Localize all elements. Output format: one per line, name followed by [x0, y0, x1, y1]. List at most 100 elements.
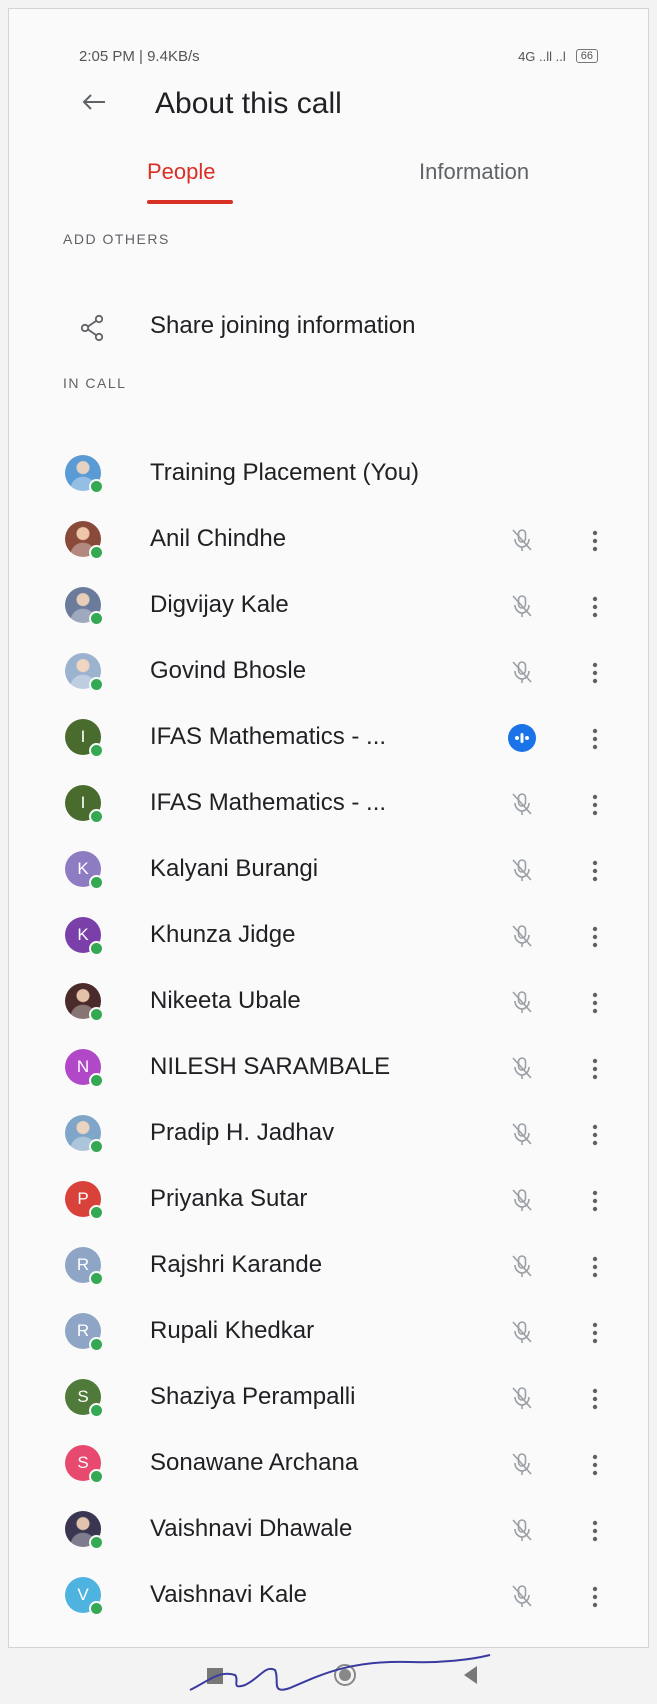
participant-name: IFAS Mathematics - ... [150, 723, 387, 750]
participant-row[interactable]: Govind Bhosle [9, 643, 648, 709]
participant-row[interactable]: S Shaziya Perampalli [9, 1369, 648, 1435]
participant-name: Vaishnavi Kale [150, 1581, 307, 1608]
mic-off-icon [507, 657, 537, 687]
avatar [65, 983, 104, 1022]
avatar-initial: S [77, 1453, 89, 1472]
mic-off-icon [507, 1119, 537, 1149]
participant-name: Shaziya Perampalli [150, 1383, 356, 1410]
online-status-dot [89, 1073, 104, 1088]
avatar-initial: V [77, 1585, 89, 1604]
avatar-initial: S [77, 1387, 89, 1406]
participant-name: Digvijay Kale [150, 591, 289, 618]
status-right: 4G ..ll ..l 66 [518, 49, 598, 64]
more-vert-icon[interactable] [589, 1253, 601, 1281]
more-vert-icon[interactable] [589, 1385, 601, 1413]
participant-row[interactable]: I IFAS Mathematics - ... [9, 709, 648, 775]
app-bar: About this call [9, 79, 648, 139]
tab-people[interactable]: People [147, 159, 216, 185]
participant-row[interactable]: Vaishnavi Dhawale [9, 1501, 648, 1567]
participant-row[interactable]: Pradip H. Jadhav [9, 1105, 648, 1171]
status-bar: 2:05 PM | 9.4KB/s 4G ..ll ..l 66 [79, 45, 598, 67]
more-vert-icon[interactable] [589, 1583, 601, 1611]
online-status-dot [89, 1139, 104, 1154]
online-status-dot [89, 743, 104, 758]
mic-off-icon [507, 987, 537, 1017]
battery-indicator: 66 [575, 49, 598, 63]
avatar: I [65, 719, 104, 758]
avatar: K [65, 851, 104, 890]
more-vert-icon[interactable] [589, 791, 601, 819]
handwritten-signature [189, 1654, 491, 1691]
participant-list: Training Placement (You) Anil Chindhe Digv… [9, 445, 648, 1633]
participant-row[interactable]: Training Placement (You) [9, 445, 648, 511]
back-arrow-icon[interactable] [79, 87, 109, 117]
avatar [65, 587, 104, 626]
participant-row[interactable]: Anil Chindhe [9, 511, 648, 577]
online-status-dot [89, 479, 104, 494]
tab-information[interactable]: Information [419, 159, 529, 185]
mic-off-icon [507, 855, 537, 885]
more-vert-icon[interactable] [589, 659, 601, 687]
more-vert-icon[interactable] [589, 1121, 601, 1149]
participant-row[interactable]: P Priyanka Sutar [9, 1171, 648, 1237]
avatar-initial: I [80, 793, 86, 812]
participant-name: Govind Bhosle [150, 657, 307, 684]
participant-row[interactable]: V Vaishnavi Kale [9, 1567, 648, 1633]
participant-name: Training Placement (You) [150, 459, 420, 486]
more-vert-icon[interactable] [589, 923, 601, 951]
more-vert-icon[interactable] [589, 1319, 601, 1347]
participant-row[interactable]: K Khunza Jidge [9, 907, 648, 973]
more-vert-icon[interactable] [589, 725, 601, 753]
avatar: S [65, 1379, 104, 1418]
avatar: V [65, 1577, 104, 1616]
online-status-dot [89, 875, 104, 890]
more-vert-icon[interactable] [589, 1451, 601, 1479]
participant-row[interactable]: Nikeeta Ubale [9, 973, 648, 1039]
avatar: K [65, 917, 104, 956]
participant-row[interactable]: I IFAS Mathematics - ... [9, 775, 648, 841]
mic-off-icon [507, 1317, 537, 1347]
online-status-dot [89, 1007, 104, 1022]
tab-bar: People Information [9, 149, 648, 209]
avatar [65, 1511, 104, 1550]
more-vert-icon[interactable] [589, 1055, 601, 1083]
avatar: I [65, 785, 104, 824]
participant-name: IFAS Mathematics - ... [150, 789, 387, 816]
participant-name: Pradip H. Jadhav [150, 1119, 335, 1146]
more-vert-icon[interactable] [589, 1187, 601, 1215]
online-status-dot [89, 941, 104, 956]
participant-row[interactable]: S Sonawane Archana [9, 1435, 648, 1501]
participant-name: Anil Chindhe [150, 525, 287, 552]
avatar-initial: K [77, 859, 89, 878]
participant-name: Rajshri Karande [150, 1251, 323, 1278]
avatar: R [65, 1247, 104, 1286]
participant-name: Kalyani Burangi [150, 855, 319, 882]
participant-row[interactable]: Digvijay Kale [9, 577, 648, 643]
avatar [65, 455, 104, 494]
avatar-initial: N [76, 1057, 90, 1076]
more-vert-icon[interactable] [589, 989, 601, 1017]
participant-row[interactable]: K Kalyani Burangi [9, 841, 648, 907]
participant-row[interactable]: N NILESH SARAMBALE [9, 1039, 648, 1105]
avatar: N [65, 1049, 104, 1088]
participant-name: Priyanka Sutar [150, 1185, 308, 1212]
online-status-dot [89, 545, 104, 560]
share-joining-info-label: Share joining information [150, 312, 416, 339]
more-vert-icon[interactable] [589, 1517, 601, 1545]
participant-name: Sonawane Archana [150, 1449, 359, 1476]
participant-name: Rupali Khedkar [150, 1317, 315, 1344]
mic-off-icon [507, 1053, 537, 1083]
mic-off-icon [507, 1449, 537, 1479]
participant-row[interactable]: R Rupali Khedkar [9, 1303, 648, 1369]
mic-off-icon [507, 921, 537, 951]
participant-row[interactable]: R Rajshri Karande [9, 1237, 648, 1303]
more-vert-icon[interactable] [589, 527, 601, 555]
add-others-label: ADD OTHERS [63, 231, 170, 247]
mic-off-icon [507, 789, 537, 819]
participant-name: Khunza Jidge [150, 921, 296, 948]
audio-level-icon [508, 724, 536, 752]
share-joining-info-row[interactable]: Share joining information [9, 304, 648, 354]
online-status-dot [89, 1601, 104, 1616]
more-vert-icon[interactable] [589, 857, 601, 885]
more-vert-icon[interactable] [589, 593, 601, 621]
